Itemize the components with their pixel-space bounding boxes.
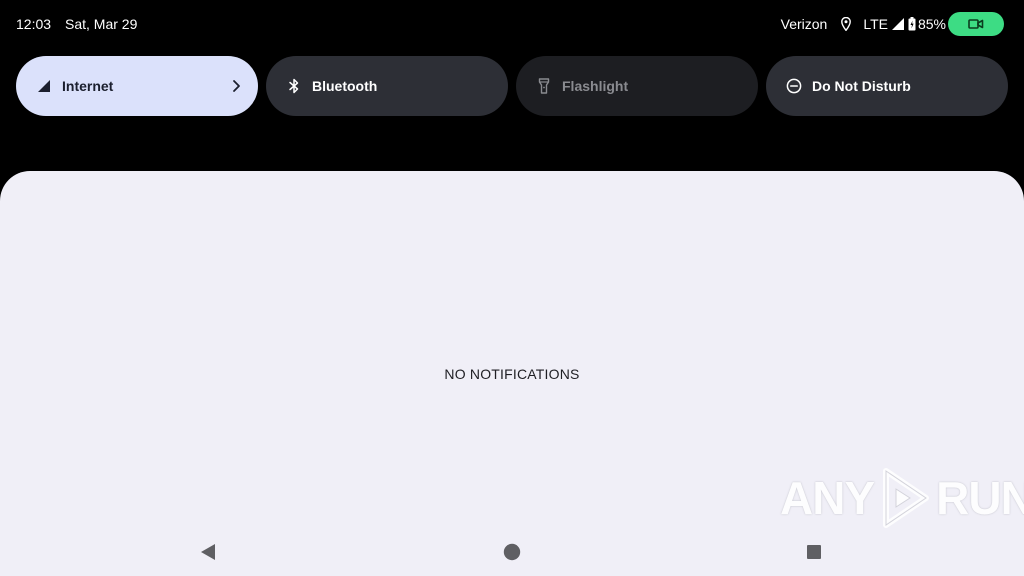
watermark-left-text: ANY <box>780 472 875 524</box>
status-date: Sat, Mar 29 <box>65 16 138 32</box>
tile-internet[interactable]: Internet <box>16 56 258 116</box>
home-icon[interactable] <box>503 543 521 561</box>
android-screen: 12:03 Sat, Mar 29 Verizon LTE 85% Intern… <box>0 0 1024 576</box>
tile-do-not-disturb-label: Do Not Disturb <box>812 78 911 94</box>
play-logo-icon <box>883 468 930 528</box>
location-icon <box>841 17 852 31</box>
status-bar: 12:03 Sat, Mar 29 Verizon LTE 85% <box>0 0 1024 48</box>
battery-icon <box>908 17 916 31</box>
tile-flashlight[interactable]: Flashlight <box>516 56 758 116</box>
status-time: 12:03 <box>16 16 52 32</box>
battery-percent: 85% <box>917 16 946 32</box>
no-notifications-text: NO NOTIFICATIONS <box>444 366 580 382</box>
video-camera-icon <box>968 19 984 29</box>
tile-flashlight-label: Flashlight <box>562 78 629 94</box>
recents-icon[interactable] <box>806 544 822 560</box>
watermark-right-text: RUN <box>936 472 1024 524</box>
tile-bluetooth-label: Bluetooth <box>312 78 378 94</box>
notification-shade: NO NOTIFICATIONS ANY RUN <box>0 171 1024 576</box>
bluetooth-icon <box>286 78 302 94</box>
tile-internet-label: Internet <box>62 78 114 94</box>
camera-in-use-indicator[interactable] <box>948 12 1004 36</box>
flashlight-icon <box>536 78 552 94</box>
tile-do-not-disturb[interactable]: Do Not Disturb <box>766 56 1008 116</box>
tile-bluetooth[interactable]: Bluetooth <box>266 56 508 116</box>
chevron-right-icon[interactable] <box>230 78 242 94</box>
signal-icon <box>891 18 904 30</box>
anyrun-watermark: ANY RUN <box>780 463 1024 533</box>
carrier-name: Verizon <box>780 16 828 32</box>
back-icon[interactable] <box>199 543 217 561</box>
status-icons: Verizon LTE 85% <box>781 12 1004 36</box>
cellular-signal-icon <box>36 78 52 94</box>
do-not-disturb-icon <box>786 78 802 94</box>
network-type: LTE <box>863 16 888 32</box>
